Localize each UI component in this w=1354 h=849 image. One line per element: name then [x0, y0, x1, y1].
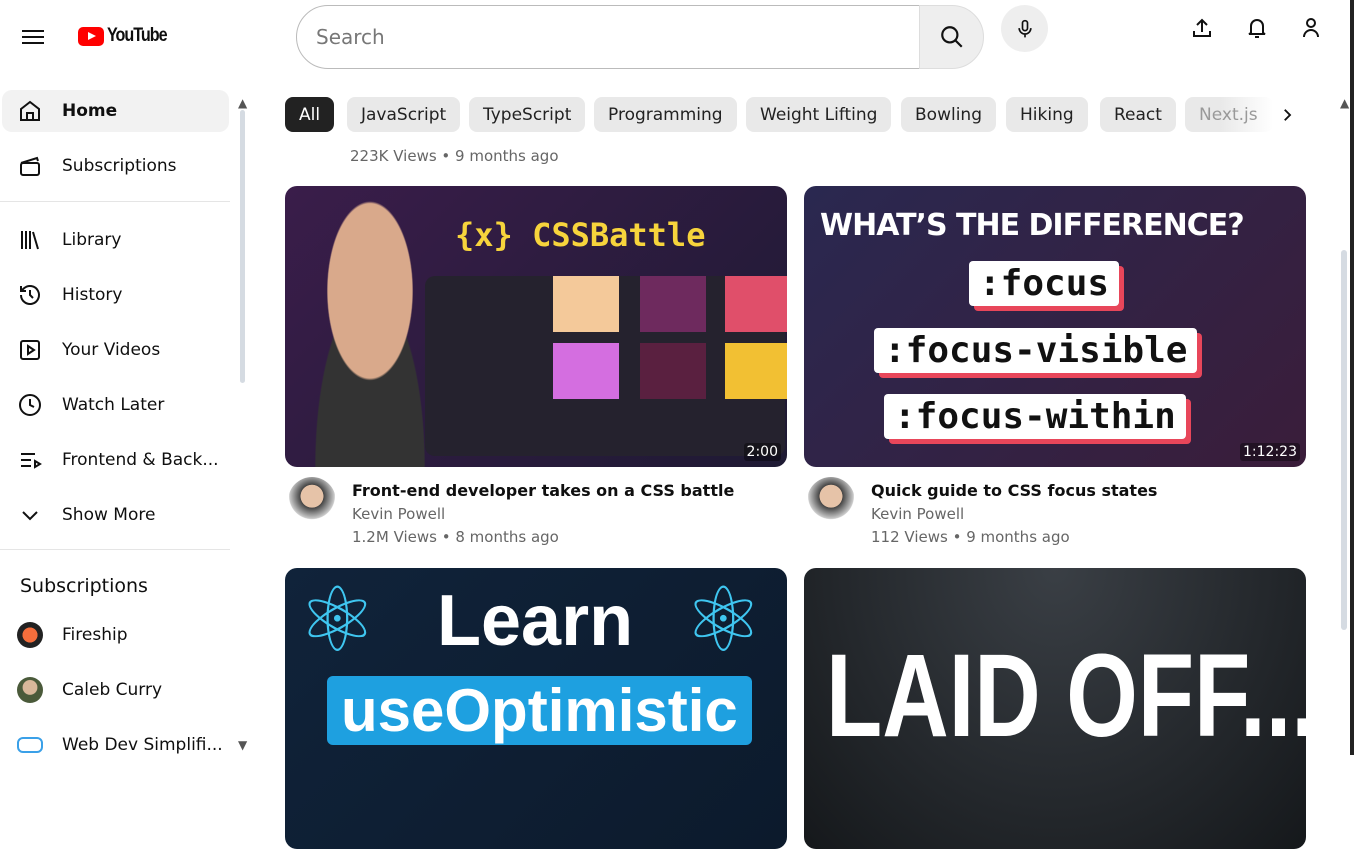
sidebar-item-watch-later[interactable]: Watch Later: [2, 384, 229, 426]
chip[interactable]: React: [1100, 97, 1176, 132]
sidebar-scrollbar[interactable]: [240, 110, 245, 383]
chip[interactable]: Next.js: [1185, 97, 1273, 132]
channel-avatar[interactable]: [807, 477, 855, 525]
video-thumbnail[interactable]: WHAT’S THE DIFFERENCE? :focus :focus-vis…: [804, 186, 1306, 467]
duration-badge: 2:00: [743, 443, 781, 461]
video-card[interactable]: {x} CSSBattle 2:00 Front-end developer t…: [285, 186, 787, 546]
divider: [0, 201, 230, 202]
subscriptions-icon: [17, 154, 43, 178]
sidebar-scroll-down[interactable]: ▼: [238, 738, 247, 752]
video-card[interactable]: WHAT’S THE DIFFERENCE? :focus :focus-vis…: [804, 186, 1306, 546]
voice-search-button[interactable]: [1001, 5, 1048, 52]
upload-icon: [1193, 18, 1211, 37]
sidebar-item-history[interactable]: History: [2, 274, 229, 316]
bell-icon: [1248, 19, 1266, 38]
account-button[interactable]: [1298, 15, 1324, 41]
chip[interactable]: Hiking: [1006, 97, 1088, 132]
chevron-down-icon: [17, 503, 43, 527]
sidebar-show-more[interactable]: Show More: [2, 494, 229, 536]
search-icon: [940, 26, 963, 48]
video-thumbnail[interactable]: LAID OFF...: [804, 568, 1306, 849]
chips-next-button[interactable]: [1278, 104, 1296, 130]
channel-avatar[interactable]: [288, 477, 336, 525]
chip[interactable]: TypeScript: [469, 97, 586, 132]
chip[interactable]: Weight Lifting: [746, 97, 892, 132]
video-stats: 223K Views • 9 months ago: [350, 147, 559, 165]
video-stats: 112 Views • 9 months ago: [871, 528, 1070, 546]
microphone-icon: [1017, 19, 1032, 37]
page-scroll-up[interactable]: ▲: [1340, 96, 1349, 110]
sidebar-item-home[interactable]: Home: [2, 90, 229, 132]
divider: [0, 549, 230, 550]
channel-avatar: [17, 737, 43, 753]
video-thumbnail[interactable]: ⚛ ⚛ Learn useOptimistic: [285, 568, 787, 849]
subscription-item[interactable]: Caleb Curry: [2, 669, 229, 711]
video-icon: [17, 338, 43, 362]
subscriptions-heading: Subscriptions: [20, 575, 148, 597]
sidebar-item-your-videos[interactable]: Your Videos: [2, 329, 229, 371]
video-card[interactable]: ⚛ ⚛ Learn useOptimistic: [285, 568, 787, 849]
video-title[interactable]: Front-end developer takes on a CSS battl…: [352, 481, 734, 500]
channel-avatar: [17, 622, 43, 648]
home-icon: [17, 99, 43, 123]
chip-all[interactable]: All: [285, 97, 335, 132]
notifications-button[interactable]: [1244, 15, 1270, 41]
react-logo-icon: ⚛: [297, 568, 378, 673]
video-stats: 1.2M Views • 8 months ago: [352, 528, 559, 546]
sidebar-item-library[interactable]: Library: [2, 219, 229, 261]
chip[interactable]: Bowling: [901, 97, 996, 132]
sidebar-item-playlist[interactable]: Frontend & Back...: [2, 439, 229, 481]
upload-button[interactable]: [1189, 15, 1215, 41]
subscription-item[interactable]: Fireship: [2, 614, 229, 656]
chip[interactable]: JavaScript: [347, 97, 461, 132]
sidebar: Home Subscriptions Library History Your …: [0, 90, 236, 755]
chevron-right-icon: [1284, 109, 1292, 121]
window-edge: [1350, 0, 1354, 755]
video-thumbnail[interactable]: {x} CSSBattle 2:00: [285, 186, 787, 467]
video-card[interactable]: LAID OFF...: [804, 568, 1306, 849]
channel-name[interactable]: Kevin Powell: [871, 505, 1157, 523]
top-bar: YouTube Search: [0, 0, 1354, 80]
search-input[interactable]: Search: [296, 5, 920, 69]
sidebar-scroll-up[interactable]: ▲: [238, 96, 247, 110]
library-icon: [17, 228, 43, 252]
youtube-play-icon: [78, 26, 104, 46]
channel-avatar: [17, 677, 43, 703]
playlist-icon: [17, 448, 43, 472]
video-title[interactable]: Quick guide to CSS focus states: [871, 481, 1157, 500]
user-icon: [1303, 18, 1319, 38]
react-logo-icon: ⚛: [683, 568, 764, 673]
history-icon: [17, 283, 43, 307]
page-scrollbar[interactable]: [1341, 250, 1347, 630]
search-button[interactable]: [919, 5, 984, 69]
youtube-logo[interactable]: YouTube: [78, 25, 177, 47]
subscription-item[interactable]: Web Dev Simplifi...: [2, 724, 229, 766]
sidebar-item-subscriptions[interactable]: Subscriptions: [2, 145, 229, 187]
chip[interactable]: Programming: [594, 97, 737, 132]
menu-icon[interactable]: [22, 27, 44, 47]
clock-icon: [17, 393, 43, 417]
duration-badge: 1:12:23: [1240, 443, 1300, 461]
channel-name[interactable]: Kevin Powell: [352, 505, 734, 523]
